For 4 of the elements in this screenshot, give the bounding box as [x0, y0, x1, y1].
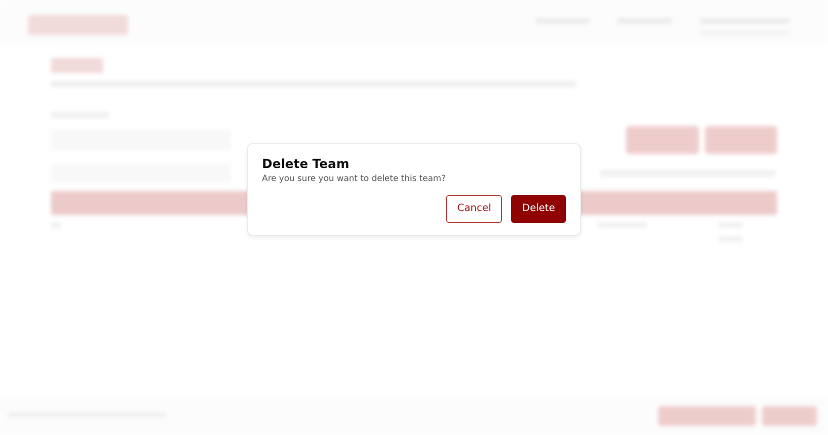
dialog-title: Delete Team [262, 156, 350, 171]
cancel-button[interactable]: Cancel [446, 194, 502, 223]
delete-button[interactable]: Delete [511, 194, 566, 223]
dialog-message: Are you sure you want to delete this team? [262, 173, 447, 186]
